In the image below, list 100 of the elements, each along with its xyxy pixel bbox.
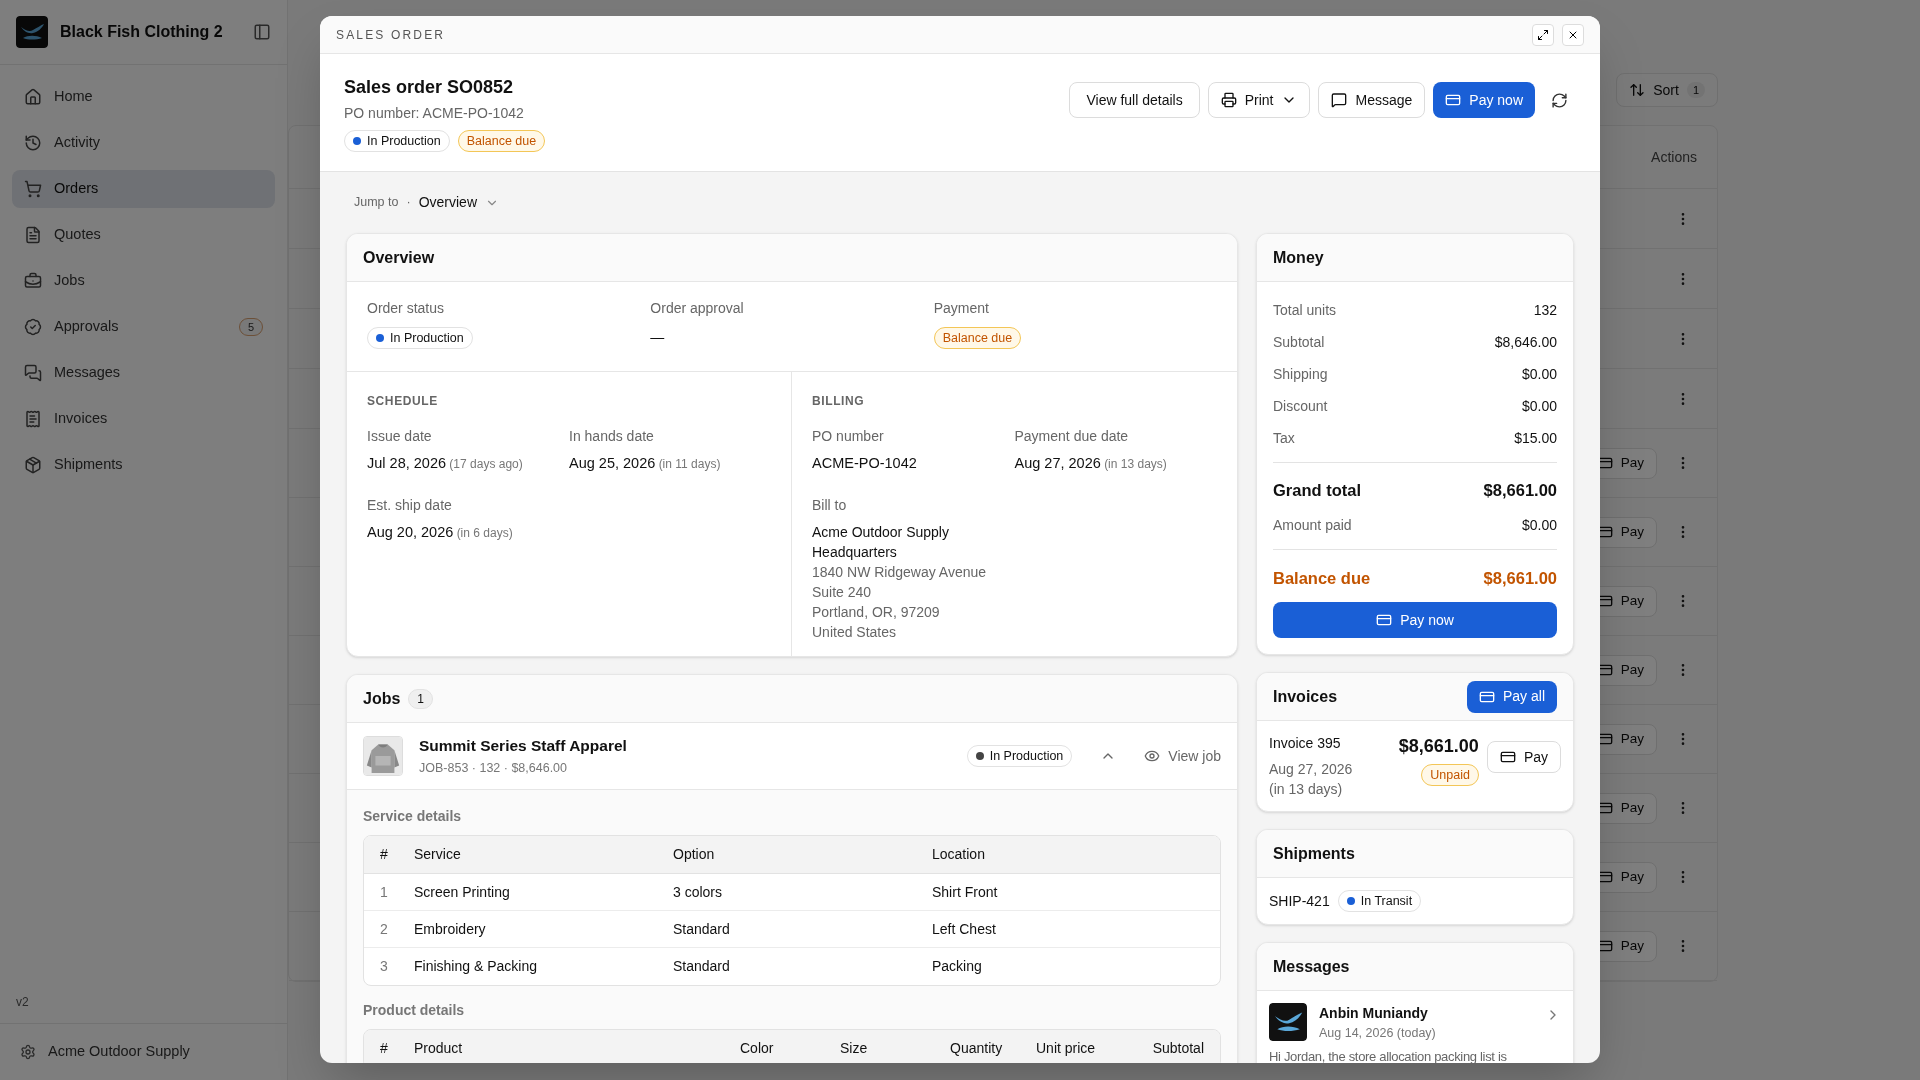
view-job-link[interactable]: View job bbox=[1144, 745, 1221, 767]
status-label: In Production bbox=[390, 329, 464, 347]
settings-icon[interactable] bbox=[20, 1044, 36, 1060]
briefcase-icon bbox=[24, 272, 42, 290]
column-header: Size bbox=[840, 1039, 869, 1058]
pay-button[interactable]: Pay bbox=[1486, 741, 1561, 773]
check-badge-icon bbox=[24, 318, 42, 336]
sort-icon bbox=[1629, 82, 1646, 98]
column-header: Subtotal bbox=[1151, 1039, 1204, 1058]
company-name: Acme Outdoor Supply Headquarters bbox=[812, 522, 950, 562]
nav-item[interactable]: Messages bbox=[12, 354, 275, 392]
field-label: In hands date bbox=[569, 427, 655, 446]
count-badge: 1 bbox=[408, 688, 434, 709]
order-title: Sales order SO0852 bbox=[344, 76, 515, 99]
jump-to-label: Jump to bbox=[354, 194, 399, 212]
job-meta: JOB-853 · 132 · $8,646.00 bbox=[419, 760, 568, 778]
nav-item[interactable]: Quotes bbox=[12, 216, 275, 254]
address-line: Suite 240 bbox=[812, 582, 873, 602]
money-value: $0.00 bbox=[1521, 515, 1557, 535]
field-label: Order approval bbox=[650, 299, 744, 318]
sort-button[interactable]: Sort 1 bbox=[1616, 73, 1718, 107]
status-badge: Unpaid bbox=[1421, 764, 1479, 786]
status-label: In Transit bbox=[1360, 892, 1413, 910]
table-cell-text: Embroidery bbox=[414, 919, 487, 939]
cart-icon bbox=[24, 180, 42, 198]
column-header: Quantity bbox=[950, 1039, 1004, 1058]
nav-item[interactable]: Home bbox=[12, 78, 275, 116]
package-icon bbox=[24, 456, 42, 474]
table-cell-text: 2 bbox=[380, 919, 389, 939]
card-icon bbox=[1499, 749, 1516, 765]
count-badge: 5 bbox=[238, 317, 263, 337]
history-icon bbox=[24, 134, 42, 152]
field-value: Aug 27, 2026 (in 13 days) bbox=[1014, 454, 1168, 473]
separator-dot: · bbox=[406, 194, 411, 212]
message-button[interactable]: Message bbox=[1318, 82, 1426, 118]
money-value: $15.00 bbox=[1514, 428, 1557, 448]
field-label: PO number bbox=[812, 427, 885, 446]
nav-item[interactable]: Activity bbox=[12, 124, 275, 162]
account-name[interactable]: Acme Outdoor Supply bbox=[48, 1041, 190, 1063]
view-details-button[interactable]: View full details bbox=[1069, 82, 1200, 118]
pay-now-button[interactable]: Pay now bbox=[1433, 82, 1535, 118]
section-heading: Service details bbox=[363, 807, 463, 826]
receipt-icon bbox=[24, 410, 42, 428]
po-number: PO number: ACME-PO-1042 bbox=[344, 104, 525, 123]
table-cell-text: Packing bbox=[932, 957, 983, 976]
money-value: $0.00 bbox=[1521, 364, 1557, 384]
count-badge: 1 bbox=[1686, 81, 1705, 99]
sidebar-toggle-icon[interactable] bbox=[253, 23, 271, 41]
message-preview: Hi Jordan, the store allocation packing list is bbox=[1269, 1047, 1508, 1063]
status-badge: Balance due bbox=[457, 130, 546, 152]
refresh-icon[interactable] bbox=[1551, 91, 1568, 109]
print-button[interactable]: Print bbox=[1207, 82, 1311, 118]
dialog-title: SALES ORDER bbox=[336, 26, 446, 44]
close-button[interactable] bbox=[1562, 23, 1584, 46]
section-heading: SCHEDULE bbox=[367, 393, 439, 410]
card-title: Money bbox=[1273, 247, 1324, 268]
column-header: Location bbox=[932, 845, 986, 864]
message-author: Anbin Muniandy bbox=[1319, 1004, 1429, 1023]
expand-button[interactable] bbox=[1532, 23, 1554, 46]
card-icon bbox=[1376, 612, 1393, 628]
brand-logo bbox=[16, 16, 48, 48]
field-value: — bbox=[650, 328, 665, 347]
table-cell-text: 1 bbox=[380, 882, 389, 902]
money-label: Shipping bbox=[1273, 364, 1328, 384]
nav-item[interactable]: Shipments bbox=[12, 446, 275, 484]
balance-due-label: Balance due bbox=[1273, 567, 1371, 589]
section-dropdown[interactable]: Overview bbox=[418, 192, 499, 213]
invoice-name[interactable]: Invoice 395 bbox=[1269, 733, 1381, 753]
column-header: Actions bbox=[1651, 147, 1697, 167]
table-cell-text: 3 bbox=[380, 957, 389, 976]
nav-item[interactable]: Orders bbox=[12, 170, 275, 208]
document-icon bbox=[24, 226, 42, 244]
nav-item[interactable]: Invoices bbox=[12, 400, 275, 438]
address-line: 1840 NW Ridgeway Avenue bbox=[812, 562, 988, 582]
field-value: Aug 20, 2026 (in 6 days) bbox=[367, 522, 514, 542]
column-header: Unit price bbox=[1036, 1039, 1097, 1058]
nav-item[interactable]: Jobs bbox=[12, 262, 275, 300]
card-title: Overview bbox=[363, 247, 435, 268]
pay-all-button[interactable]: Pay all bbox=[1466, 680, 1557, 713]
field-value: Jul 28, 2026 (17 days ago) bbox=[367, 454, 524, 473]
table-cell-text: Left Chest bbox=[932, 919, 997, 939]
pay-now-button[interactable]: Pay now bbox=[1273, 602, 1557, 638]
brand-name: Black Fish Clothing 2 bbox=[60, 22, 224, 42]
shipment-id[interactable]: SHIP-421 bbox=[1269, 890, 1330, 912]
card-title: Invoices bbox=[1273, 686, 1338, 707]
column-header: Product bbox=[414, 1039, 464, 1058]
message-icon bbox=[1331, 92, 1348, 108]
version-label: v2 bbox=[15, 994, 30, 1011]
table-cell-text: 3 colors bbox=[673, 882, 724, 902]
money-label: Subtotal bbox=[1273, 332, 1325, 352]
grand-total-label: Grand total bbox=[1273, 479, 1361, 501]
card-title: Jobs bbox=[363, 688, 401, 709]
card-title: Messages bbox=[1273, 956, 1350, 977]
field-label: Est. ship date bbox=[367, 495, 453, 515]
money-value: $8,646.00 bbox=[1494, 332, 1557, 352]
nav-item[interactable]: Approvals 5 bbox=[12, 308, 275, 346]
status-label: In Production bbox=[989, 747, 1064, 765]
home-icon bbox=[24, 88, 42, 106]
job-name[interactable]: Summit Series Staff Apparel bbox=[419, 734, 951, 758]
avatar-logo bbox=[1269, 1003, 1307, 1041]
